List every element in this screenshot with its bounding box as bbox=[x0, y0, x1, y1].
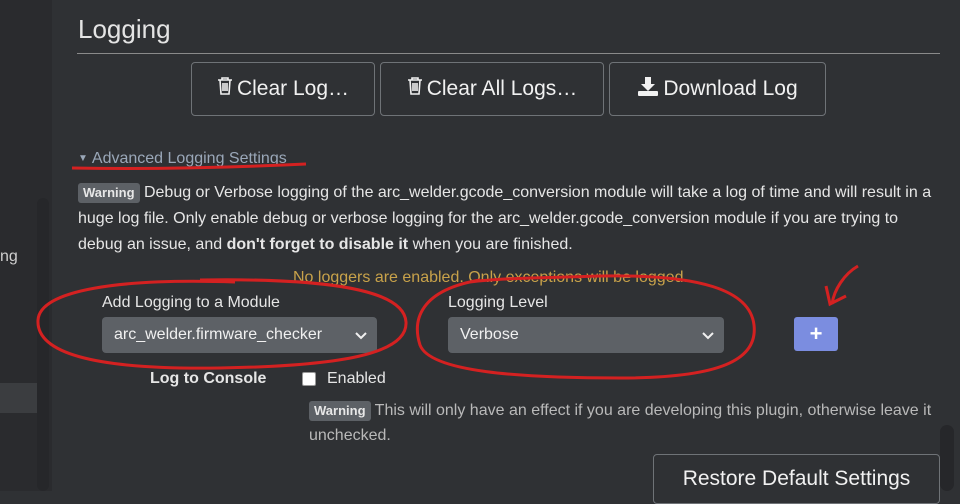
left-scrollbar[interactable] bbox=[37, 198, 49, 491]
warning-badge: Warning bbox=[309, 401, 371, 421]
advanced-logging-toggle[interactable]: ▼ Advanced Logging Settings bbox=[78, 150, 287, 168]
clear-log-button[interactable]: Clear Log… bbox=[191, 62, 375, 116]
section-divider bbox=[77, 53, 940, 54]
console-warning-text: This will only have an effect if you are… bbox=[309, 402, 932, 444]
caret-down-icon: ▼ bbox=[78, 153, 88, 164]
download-icon bbox=[637, 76, 663, 102]
debug-warning: Warning Debug or Verbose logging of the … bbox=[78, 180, 940, 258]
advanced-logging-label: Advanced Logging Settings bbox=[91, 150, 287, 167]
section-title: Logging bbox=[78, 14, 171, 44]
module-label: Add Logging to a Module bbox=[102, 294, 280, 311]
level-select-value: Verbose bbox=[460, 326, 519, 343]
trash-icon bbox=[407, 77, 427, 101]
log-to-console-checkbox[interactable] bbox=[302, 372, 316, 386]
sidebar-partial-text: ng bbox=[0, 248, 18, 265]
console-warning: Warning This will only have an effect if… bbox=[309, 398, 939, 448]
chevron-down-icon bbox=[355, 328, 367, 346]
level-label: Logging Level bbox=[448, 294, 548, 311]
warning-badge: Warning bbox=[78, 183, 140, 203]
right-scrollbar[interactable] bbox=[940, 425, 954, 491]
level-select[interactable]: Verbose bbox=[448, 317, 724, 353]
add-logger-button[interactable]: + bbox=[794, 317, 838, 351]
trash-icon bbox=[217, 77, 237, 101]
download-log-label: Download Log bbox=[663, 77, 798, 100]
module-select[interactable]: arc_welder.firmware_checker bbox=[102, 317, 377, 353]
download-log-button[interactable]: Download Log bbox=[609, 62, 826, 116]
annotation-arrowhead bbox=[824, 285, 847, 307]
restore-defaults-button[interactable]: Restore Default Settings bbox=[653, 454, 940, 504]
clear-all-logs-label: Clear All Logs… bbox=[426, 77, 578, 100]
chevron-down-icon bbox=[702, 328, 714, 346]
no-loggers-status: No loggers are enabled. Only exceptions … bbox=[293, 269, 688, 286]
plus-icon: + bbox=[809, 321, 823, 346]
clear-log-label: Clear Log… bbox=[236, 77, 350, 100]
annotation-arrow bbox=[830, 264, 859, 305]
debug-warning-bold: don't forget to disable it bbox=[226, 236, 409, 253]
log-to-console-label: Log to Console bbox=[150, 370, 267, 387]
module-select-value: arc_welder.firmware_checker bbox=[114, 326, 323, 343]
enabled-label[interactable]: Enabled bbox=[327, 370, 386, 388]
debug-warning-text-2: when you are finished. bbox=[408, 236, 573, 253]
clear-all-logs-button[interactable]: Clear All Logs… bbox=[380, 62, 604, 116]
sidebar-selected-row[interactable] bbox=[0, 383, 37, 413]
